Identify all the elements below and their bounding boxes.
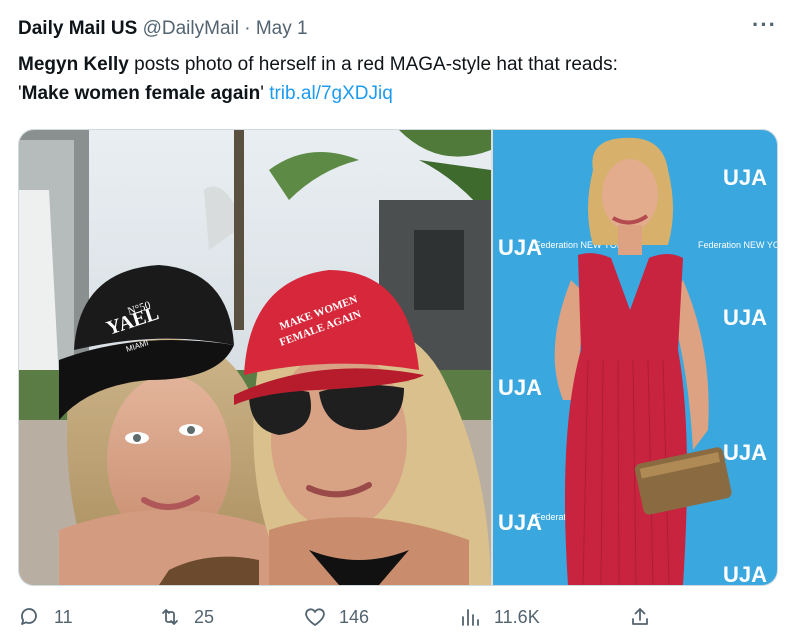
reply-button[interactable]: 11	[18, 600, 73, 634]
repost-button[interactable]: 25	[158, 600, 214, 634]
heart-icon	[305, 608, 325, 626]
backdrop-logo-4: UJA	[498, 375, 542, 400]
backdrop-sub-2: Federation NEW YORK	[698, 240, 777, 250]
like-button[interactable]: 146	[303, 600, 369, 634]
backdrop-logo-7: UJA	[723, 562, 767, 585]
share-icon	[632, 608, 648, 625]
backdrop-logo-5: UJA	[723, 440, 767, 465]
tweet-text: Megyn Kelly posts photo of herself in a …	[18, 50, 778, 108]
reply-icon	[21, 608, 37, 625]
views-icon	[462, 609, 479, 626]
tweet-body: posts photo of herself in a red MAGA-sty…	[128, 54, 618, 75]
tweet-header: Daily Mail US @DailyMail · May 1	[18, 18, 775, 48]
share-button[interactable]	[628, 600, 652, 634]
selfie-photo[interactable]: N°50 YAEL MIAMI MAKE WOMEN FEMALE AGAIN	[19, 130, 491, 585]
like-count: 146	[339, 606, 370, 627]
reply-count: 11	[54, 606, 73, 627]
more-options-icon[interactable]: ···	[752, 12, 777, 38]
tweet-actions: 11 25 146 11.6K	[18, 600, 778, 634]
tweet-bold-name: Megyn Kelly	[18, 54, 129, 75]
repost-icon	[162, 609, 178, 625]
backdrop-logo-1: UJA	[723, 165, 767, 190]
red-carpet-photo[interactable]: UJA UJA UJA UJA UJA UJA UJA Federation N…	[493, 130, 777, 585]
tweet-media[interactable]: N°50 YAEL MIAMI MAKE WOMEN FEMALE AGAIN …	[18, 129, 778, 586]
author-handle[interactable]: @DailyMail	[143, 18, 239, 39]
tweet-bold-quote: Make women female again	[21, 83, 261, 104]
backdrop-logo-3: UJA	[723, 305, 767, 330]
separator: ·	[244, 18, 251, 39]
views-button[interactable]: 11.6K	[458, 600, 540, 634]
views-count: 11.6K	[494, 606, 540, 627]
tweet-link[interactable]: trib.al/7gXDJiq	[269, 83, 393, 104]
tweet-date[interactable]: May 1	[256, 18, 308, 39]
author-name[interactable]: Daily Mail US	[18, 18, 137, 39]
quote-close: '	[260, 83, 270, 104]
repost-count: 25	[194, 606, 215, 627]
